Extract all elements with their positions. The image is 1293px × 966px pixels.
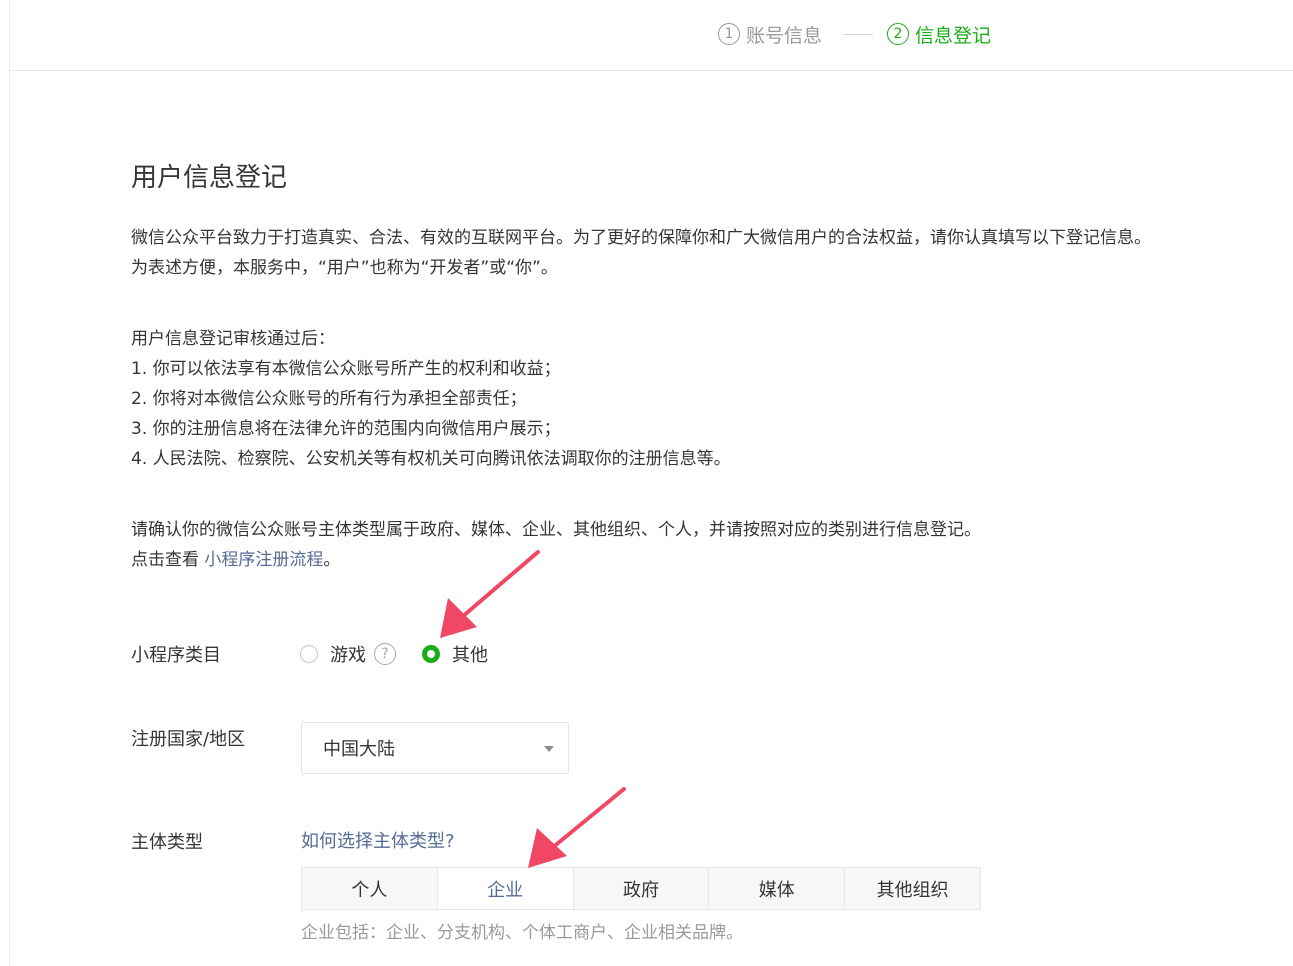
radio-other[interactable] xyxy=(422,645,440,663)
registration-flow-link[interactable]: 小程序注册流程 xyxy=(204,550,323,570)
review-item: 2. 你将对本微信公众账号的所有行为承担全部责任； xyxy=(131,389,527,409)
region-select[interactable]: 中国大陆 xyxy=(301,722,569,774)
step-label-1: 账号信息 xyxy=(746,24,823,47)
annotation-arrow-icon xyxy=(528,787,626,868)
entity-type-hint: 企业包括：企业、分支机构、个体工商户、企业相关品牌。 xyxy=(301,923,743,943)
confirm-line-1: 请确认你的微信公众账号主体类型属于政府、媒体、企业、其他组织、个人，并请按照对应… xyxy=(131,520,981,540)
review-terms: 用户信息登记审核通过后： 1. 你可以依法享有本微信公众账号所产生的权利和收益；… xyxy=(131,324,731,474)
annotation-arrows xyxy=(440,550,626,868)
entity-tab-other-org[interactable]: 其他组织 xyxy=(845,868,980,909)
category-radio-group: 游戏 ? 其他 xyxy=(300,639,488,669)
intro-line-2: 为表述方便，本服务中，“用户”也称为“开发者”或“你”。 xyxy=(131,258,558,278)
category-label: 小程序类目 xyxy=(131,645,221,666)
intro-text: 微信公众平台致力于打造真实、合法、有效的互联网平台。为了更好的保障你和广大微信用… xyxy=(131,223,1151,283)
radio-other-label[interactable]: 其他 xyxy=(452,641,488,667)
step-account-info: 1 账号信息 xyxy=(718,20,822,48)
entity-tab-government[interactable]: 政府 xyxy=(573,868,710,909)
confirm-suffix: 。 xyxy=(323,550,341,570)
entity-type-tabs: 个人 企业 政府 媒体 其他组织 xyxy=(301,867,981,910)
confirm-prefix: 点击查看 xyxy=(131,550,205,570)
region-label: 注册国家/地区 xyxy=(131,729,246,750)
review-item: 4. 人民法院、检察院、公安机关等有权机关可向腾讯依法调取你的注册信息等。 xyxy=(131,449,731,469)
intro-line-1: 微信公众平台致力于打造真实、合法、有效的互联网平台。为了更好的保障你和广大微信用… xyxy=(131,228,1151,248)
entity-tab-media[interactable]: 媒体 xyxy=(709,868,846,909)
confirm-line-2: 点击查看 小程序注册流程。 xyxy=(131,545,981,575)
entity-tab-enterprise[interactable]: 企业 xyxy=(437,868,574,909)
entity-tab-personal[interactable]: 个人 xyxy=(302,868,438,909)
step-info-registration: 2 信息登记 xyxy=(887,20,991,48)
step-separator xyxy=(843,34,873,35)
step-number-1: 1 xyxy=(718,23,740,45)
entity-type-label: 主体类型 xyxy=(131,832,203,853)
radio-game[interactable] xyxy=(300,645,318,663)
step-header: 1 账号信息 2 信息登记 xyxy=(10,0,1293,71)
page-left-border xyxy=(9,0,10,966)
step-label-2: 信息登记 xyxy=(915,24,992,47)
review-item: 1. 你可以依法享有本微信公众账号所产生的权利和收益； xyxy=(131,359,561,379)
help-icon[interactable]: ? xyxy=(374,643,396,665)
confirm-text: 请确认你的微信公众账号主体类型属于政府、媒体、企业、其他组织、个人，并请按照对应… xyxy=(131,515,981,575)
page-title: 用户信息登记 xyxy=(131,163,288,193)
radio-game-label[interactable]: 游戏 xyxy=(330,641,366,667)
region-select-value: 中国大陆 xyxy=(323,739,395,760)
step-number-2: 2 xyxy=(887,23,909,45)
how-to-choose-entity-link[interactable]: 如何选择主体类型? xyxy=(301,827,455,853)
caret-down-icon xyxy=(544,746,554,752)
review-heading: 用户信息登记审核通过后： xyxy=(131,329,335,349)
review-item: 3. 你的注册信息将在法律允许的范围内向微信用户展示； xyxy=(131,419,561,439)
